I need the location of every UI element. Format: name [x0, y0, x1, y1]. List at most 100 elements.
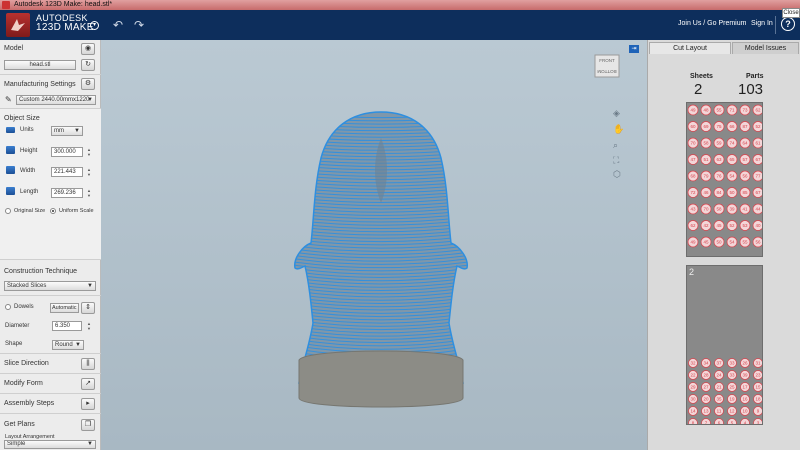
units-dropdown[interactable]: mm ▼ [51, 126, 83, 136]
manufacturing-title: Manufacturing Settings [4, 81, 76, 88]
part-label: 9 [753, 406, 762, 416]
svg-text:45: 45 [703, 240, 709, 245]
shape-label: Shape [5, 341, 23, 347]
modify-form-icon[interactable]: ↗ [81, 378, 95, 390]
get-plans-label[interactable]: Get Plans [4, 421, 35, 428]
undo-icon[interactable]: ↶ [113, 19, 123, 31]
length-input[interactable]: 269.236 [51, 188, 83, 198]
refresh-icon[interactable]: ↻ [81, 59, 95, 71]
part-label: 52 [752, 121, 762, 132]
height-input[interactable]: 300.000 [51, 147, 83, 157]
part-label: 54 [726, 170, 738, 182]
original-size-radio[interactable] [5, 208, 11, 214]
part-label: 60 [687, 121, 699, 132]
part-label: 21 [714, 382, 724, 392]
layout-arrangement-dropdown[interactable]: Simple ▼ [4, 440, 96, 449]
construction-title: Construction Technique [4, 268, 78, 275]
svg-text:65: 65 [729, 157, 735, 162]
part-label: 84 [713, 187, 725, 198]
svg-text:50: 50 [716, 240, 722, 245]
part-label: 39 [726, 203, 738, 215]
part-label: 20 [701, 394, 711, 404]
svg-text:14: 14 [690, 409, 696, 414]
svg-text:28: 28 [703, 373, 709, 378]
redo-icon[interactable]: ↷ [134, 19, 144, 31]
settings-panel: Model ◉ head.stl ↻ Manufacturing Setting… [0, 40, 101, 450]
hand-pan-icon[interactable]: ✋ [613, 124, 624, 135]
construction-dropdown[interactable]: Stacked Slices ▼ [4, 281, 96, 291]
part-label: 67 [752, 154, 762, 165]
slice-direction-row[interactable]: Slice Direction ⫼ [0, 354, 101, 374]
stacked-slice-head-model[interactable] [281, 108, 481, 418]
orbit-icon[interactable]: ⬡ [613, 169, 621, 180]
sign-in-link[interactable]: Sign In [751, 20, 773, 27]
height-stepper[interactable]: ▲ ▼ [86, 147, 92, 157]
tab-cut-layout[interactable]: Cut Layout [649, 42, 731, 54]
pencil-icon[interactable]: ✎ [5, 95, 12, 104]
dowel-settings-icon[interactable]: ⇕ [81, 302, 95, 314]
tab-model-issues[interactable]: Model Issues [732, 42, 799, 54]
part-label: 31 [753, 358, 762, 368]
uniform-scale-radio[interactable] [50, 208, 56, 214]
modify-form-row[interactable]: Modify Form ↗ [0, 374, 101, 394]
viewcube-bottom-label: BOTTOM [597, 69, 616, 74]
svg-text:58: 58 [716, 207, 722, 212]
part-label: 55 [739, 236, 751, 248]
zoom-icon[interactable]: ⌕ [613, 140, 618, 151]
sheet-2-thumbnail[interactable]: 2 32 34 37 33 26 31 22 28 24 33 39 23 29 27 21 25 17 15 30… [686, 265, 763, 425]
dowels-dropdown[interactable]: Automatic [50, 303, 79, 313]
part-label: 50 [713, 236, 725, 248]
part-label: 76 [713, 170, 725, 182]
viewcube-front-label: FRONT [599, 58, 615, 63]
get-plans-icon[interactable]: ❐ [81, 419, 95, 431]
svg-text:59: 59 [716, 141, 722, 146]
part-label: 37 [714, 358, 724, 368]
shape-dropdown[interactable]: Round ▼ [52, 340, 84, 350]
width-input[interactable]: 221.443 [51, 167, 83, 177]
part-label: 34 [701, 358, 711, 368]
svg-text:39: 39 [729, 207, 735, 212]
collapse-panel-icon[interactable]: ⇥ [629, 45, 639, 53]
svg-text:57: 57 [742, 157, 748, 162]
uniform-scale-label: Uniform Scale [59, 208, 94, 214]
view-cube[interactable]: FRONT BOTTOM [594, 53, 620, 79]
part-label: 17 [740, 382, 750, 392]
dowels-toggle[interactable] [5, 304, 11, 310]
svg-text:84: 84 [716, 190, 722, 195]
svg-text:33: 33 [729, 361, 735, 366]
slice-direction-icon[interactable]: ⫼ [81, 358, 95, 370]
part-label: 79 [700, 170, 712, 182]
svg-text:55: 55 [716, 108, 722, 113]
svg-text:43: 43 [690, 207, 696, 212]
diameter-input[interactable]: 6.350 [52, 321, 82, 331]
svg-text:61: 61 [755, 141, 761, 146]
width-stepper[interactable]: ▲ ▼ [86, 167, 92, 177]
length-stepper[interactable]: ▲ ▼ [86, 188, 92, 198]
sheet-1-thumbnail[interactable]: 49 48 55 71 73 62 60 69 75 66 87 52 70 58 59 74 64 61 47 51… [686, 102, 763, 257]
material-preset-dropdown[interactable]: Custom 2440.00mmx1220 ▼ [16, 95, 96, 105]
help-button[interactable]: ? [781, 17, 795, 31]
svg-text:23: 23 [755, 373, 761, 378]
svg-text:45: 45 [716, 223, 722, 228]
gear-icon[interactable]: ⚙ [81, 78, 95, 90]
app-menu-button[interactable]: ▾ [90, 21, 99, 30]
diameter-stepper[interactable]: ▲ ▼ [86, 321, 92, 331]
svg-text:49: 49 [690, 108, 696, 113]
svg-text:54: 54 [729, 240, 735, 245]
fit-view-icon[interactable]: ⛶ [613, 155, 619, 166]
svg-text:56: 56 [742, 174, 748, 179]
model-file-field[interactable]: head.stl [4, 60, 76, 70]
dowels-section: Dowels Automatic ⇕ Diameter 6.350 ▲ ▼ Sha… [0, 296, 101, 354]
assembly-steps-icon[interactable]: ▸ [81, 398, 95, 410]
eye-icon[interactable]: ◉ [81, 43, 95, 55]
svg-text:54: 54 [729, 174, 735, 179]
part-label: 24 [714, 370, 724, 380]
3d-viewport[interactable]: FRONT BOTTOM ⇥ ◈ ✋ ⌕ ⛶ ⬡ [101, 40, 647, 450]
eye-tool-icon[interactable]: ◈ [613, 108, 620, 119]
part-label: 68 [687, 170, 699, 182]
width-icon [6, 166, 15, 174]
close-button[interactable]: Close [782, 8, 800, 18]
assembly-steps-row[interactable]: Assembly Steps ▸ [0, 394, 101, 414]
svg-text:46: 46 [703, 190, 709, 195]
join-premium-link[interactable]: Join Us / Go Premium [678, 20, 746, 27]
